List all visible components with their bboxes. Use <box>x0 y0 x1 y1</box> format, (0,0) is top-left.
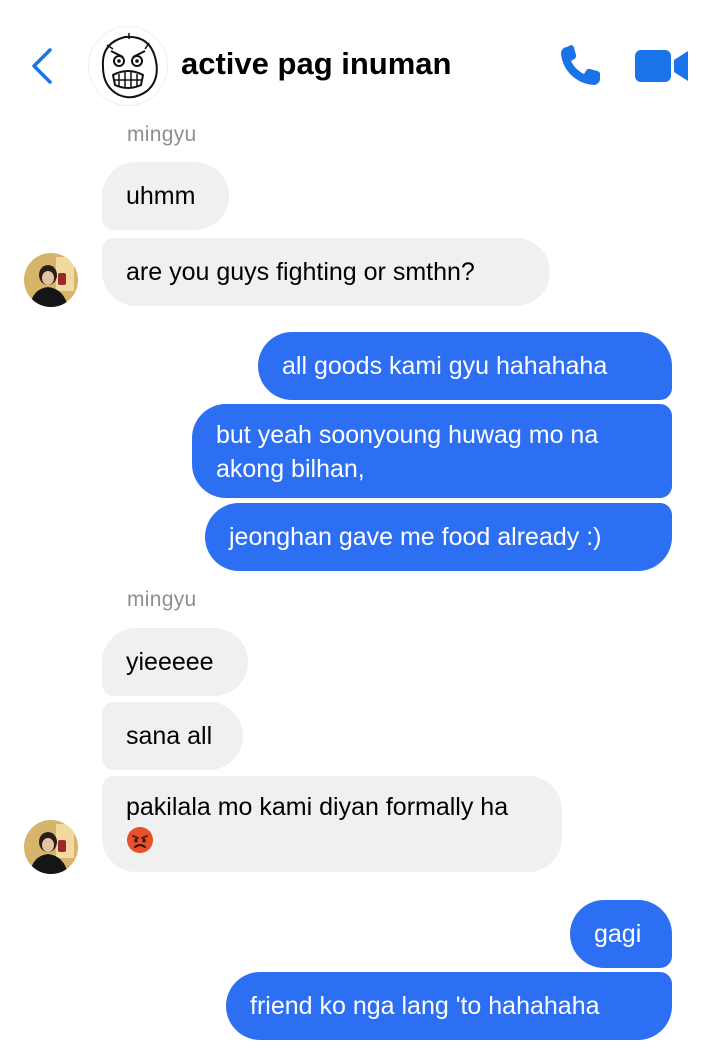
rage-face-icon <box>89 27 167 105</box>
message-text: are you guys fighting or smthn? <box>126 258 475 286</box>
angry-face-emoji <box>126 826 154 854</box>
message-text: but yeah soonyoung huwag mo na akong bil… <box>216 421 599 483</box>
message-bubble-outgoing[interactable]: but yeah soonyoung huwag mo na akong bil… <box>192 404 672 498</box>
sender-name: mingyu <box>127 588 197 611</box>
message-bubble-incoming[interactable]: yieeeee <box>102 628 248 696</box>
chevron-left-icon <box>32 48 52 84</box>
sender-name: mingyu <box>127 123 197 146</box>
back-button[interactable] <box>22 42 62 90</box>
chat-title: active pag inuman <box>181 46 452 81</box>
chat-header: active pag inuman <box>0 0 720 118</box>
message-text: sana all <box>126 722 213 750</box>
phone-icon <box>561 45 600 85</box>
profile-photo-icon <box>24 820 78 874</box>
message-text: yieeeee <box>126 648 214 676</box>
mingyu-avatar[interactable] <box>24 253 78 307</box>
voice-call-button[interactable] <box>558 44 604 88</box>
message-bubble-incoming[interactable]: sana all <box>102 702 243 770</box>
message-text-content: pakilala mo kami diyan formally ha <box>126 793 509 821</box>
message-text: pakilala mo kami diyan formally ha <box>126 790 526 858</box>
profile-photo-icon <box>24 253 78 307</box>
message-bubble-outgoing[interactable]: all goods kami gyu hahahaha <box>258 332 672 400</box>
message-text: friend ko nga lang 'to hahahaha <box>250 992 600 1020</box>
message-text: jeonghan gave me food already :) <box>229 523 602 551</box>
message-bubble-outgoing[interactable]: friend ko nga lang 'to hahahaha <box>226 972 672 1040</box>
video-call-button[interactable] <box>634 46 690 86</box>
message-text: all goods kami gyu hahahaha <box>282 352 608 380</box>
message-bubble-incoming[interactable]: are you guys fighting or smthn? <box>102 238 550 306</box>
message-text: uhmm <box>126 182 196 210</box>
message-text: gagi <box>594 920 642 948</box>
video-camera-icon <box>635 50 688 82</box>
message-bubble-incoming[interactable]: pakilala mo kami diyan formally ha <box>102 776 562 872</box>
message-bubble-outgoing[interactable]: jeonghan gave me food already :) <box>205 503 672 571</box>
mingyu-avatar[interactable] <box>24 820 78 874</box>
group-avatar[interactable] <box>88 26 168 106</box>
message-bubble-outgoing[interactable]: gagi <box>570 900 672 968</box>
message-bubble-incoming[interactable]: uhmm <box>102 162 229 230</box>
